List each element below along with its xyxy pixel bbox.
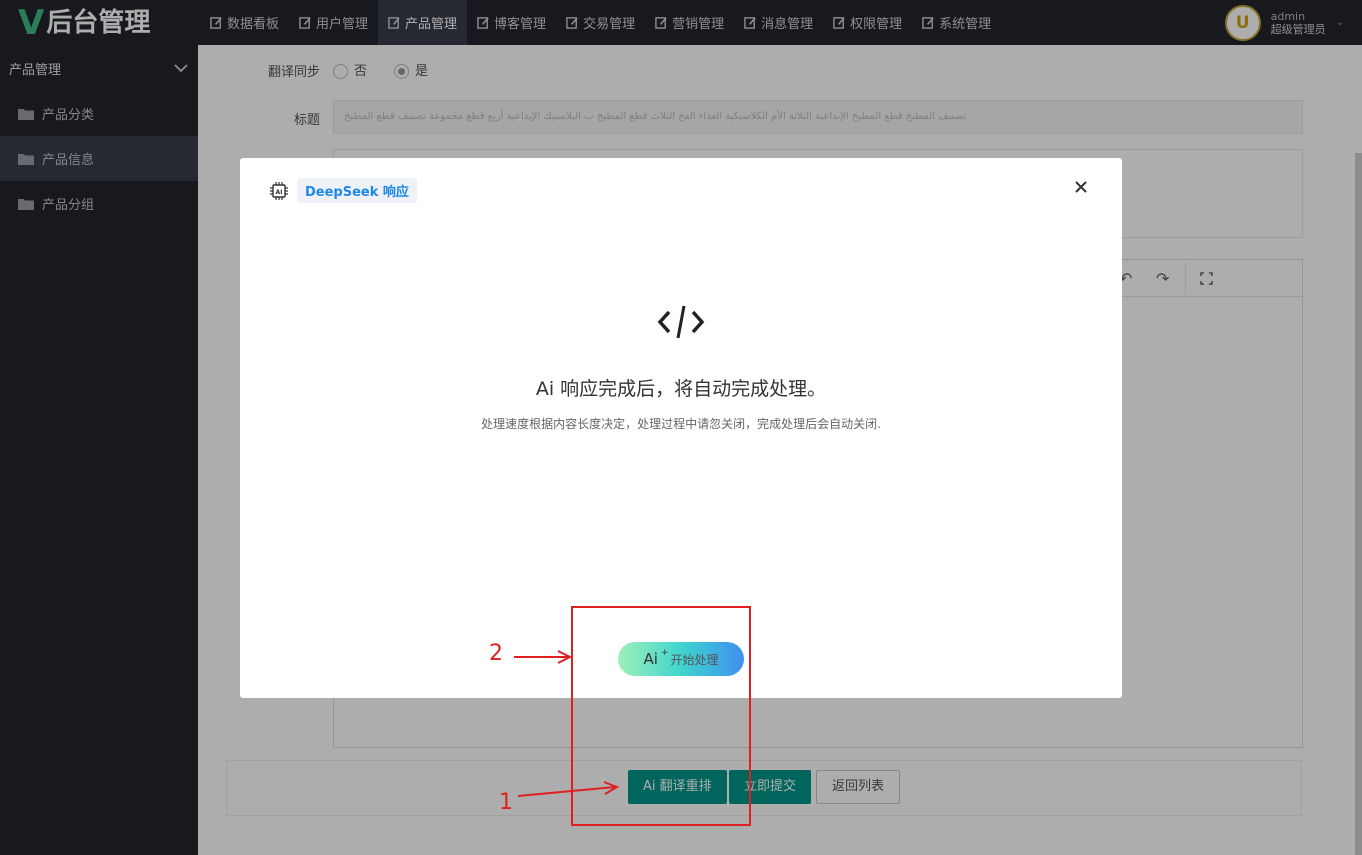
deepseek-dialog: AI DeepSeek 响应 Ai 响应完成后，将自动完成处理。 处理速度根据内… [240, 158, 1122, 698]
annotation-step-2: 2 [489, 641, 503, 666]
sparkle-icon: + [660, 648, 669, 658]
svg-text:AI: AI [276, 189, 283, 196]
dialog-tag: DeepSeek 响应 [297, 178, 417, 203]
dialog-description: 处理速度根据内容长度决定，处理过程中请忽关闭，完成处理后会自动关闭. [481, 417, 881, 431]
close-icon[interactable] [1074, 180, 1088, 194]
start-processing-label: 开始处理 [670, 652, 719, 667]
dialog-title: Ai 响应完成后，将自动完成处理。 [535, 378, 827, 400]
code-icon [657, 305, 705, 339]
annotation-step-1: 1 [499, 790, 513, 815]
dialog-header: AI DeepSeek 响应 [268, 178, 417, 203]
start-processing-button[interactable]: Ai + 开始处理 [618, 642, 744, 676]
ai-chip-icon: AI [270, 181, 288, 200]
ai-icon: Ai [643, 650, 658, 668]
